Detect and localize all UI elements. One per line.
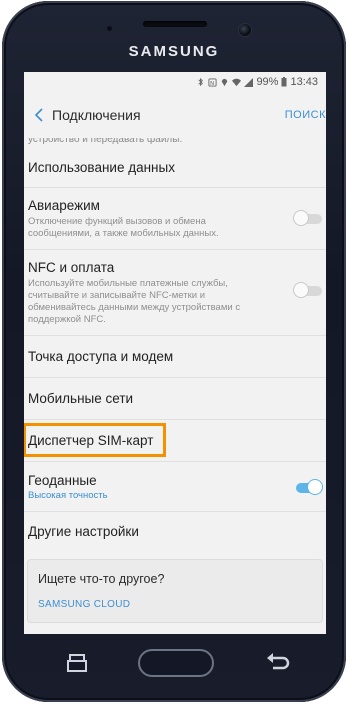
phone-frame: SAMSUNG N 99% 13:43 Подключения ПОИСК ус… [0,0,350,704]
battery-percent: 99% [256,76,279,88]
settings-list: устройство и передавать файлы. Использов… [24,138,326,554]
nfc-toggle[interactable] [294,283,322,297]
location-toggle[interactable] [294,480,322,494]
list-item-label: Мобильные сети [28,391,134,406]
list-item-label: Точка доступа и модем [28,349,174,364]
toggle-thumb [294,211,308,225]
back-button[interactable] [26,92,52,138]
highlight-frame [24,423,166,457]
status-bar: N 99% 13:43 [24,72,326,92]
suggestion-title: Ищете что-то другое? [38,572,165,586]
partial-description: устройство и передавать файлы. [28,138,183,145]
brand-logo: SAMSUNG [128,43,220,60]
front-camera [238,23,252,37]
svg-text:N: N [211,80,215,86]
list-item-label: Авиарежим [28,198,100,213]
list-item-hotspot[interactable]: Точка доступа и модем [24,336,326,378]
airplane-mode-toggle[interactable] [294,211,322,225]
list-item-mobile-networks[interactable]: Мобильные сети [24,378,326,420]
wifi-icon [232,78,242,86]
list-item-description: Отключение функций вызовов и обмена сооб… [28,216,219,239]
proximity-sensor [107,26,112,31]
suggestion-card: Ищете что-то другое? SAMSUNG CLOUD [27,559,323,623]
list-item-label: Использование данных [28,160,175,175]
hardware-keys [2,641,346,691]
search-button[interactable]: ПОИСК [285,109,326,121]
earpiece-speaker [143,21,207,27]
list-item-more-settings[interactable]: Другие настройки [24,512,326,554]
signal-icon [244,77,254,87]
list-item-label: Геоданные [28,473,97,488]
list-item-data-usage[interactable]: Использование данных [24,148,326,188]
list-item-subtitle: Высокая точность [28,490,108,501]
list-item-nfc[interactable]: NFC и оплата Используйте мобильные плате… [24,250,326,336]
recent-apps-icon[interactable] [65,653,89,673]
location-icon [222,78,228,86]
chevron-left-icon [34,108,43,122]
list-item-label: Другие настройки [28,524,139,539]
clock: 13:43 [290,76,318,88]
app-bar: Подключения ПОИСК [24,92,326,138]
battery-icon [281,77,287,87]
nfc-icon: N [208,77,217,86]
list-item-airplane-mode[interactable]: Авиарежим Отключение функций вызовов и о… [24,188,326,250]
list-item-sim-manager[interactable]: Диспетчер SIM-карт [24,420,326,462]
page-title: Подключения [52,107,141,123]
bluetooth-icon [198,77,204,86]
toggle-thumb [308,480,322,494]
home-button[interactable] [138,649,214,677]
list-item-description: Используйте мобильные платежные службы, … [28,278,241,325]
list-item-location[interactable]: Геоданные Высокая точность [24,462,326,512]
screen: N 99% 13:43 Подключения ПОИСК устройство… [24,72,326,634]
toggle-thumb [294,283,308,297]
samsung-cloud-link[interactable]: SAMSUNG CLOUD [38,599,130,610]
list-item-label: NFC и оплата [28,260,115,275]
back-key-icon[interactable] [265,651,291,675]
